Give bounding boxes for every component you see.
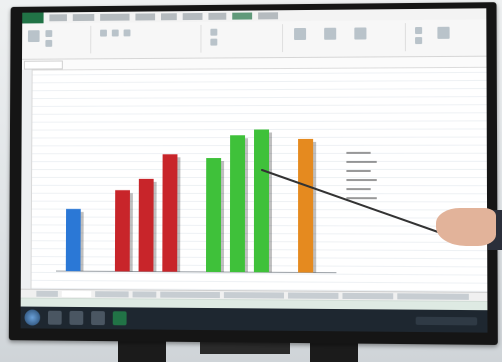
pointer-stick xyxy=(0,0,502,362)
presenter-hand xyxy=(436,208,496,246)
